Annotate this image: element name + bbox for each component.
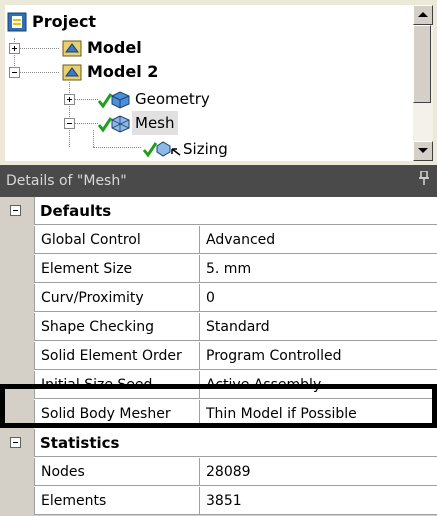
- model-icon: [62, 40, 82, 57]
- row-gutter: [0, 284, 34, 313]
- tree-node-geometry[interactable]: Geometry: [5, 87, 305, 111]
- collapse-icon[interactable]: [10, 205, 21, 216]
- property-value[interactable]: 0: [200, 284, 437, 312]
- category-row-statistics[interactable]: Statistics: [0, 429, 437, 458]
- scroll-down-button[interactable]: [413, 141, 433, 161]
- tree-node-project[interactable]: Project: [5, 10, 305, 34]
- details-grid: Defaults Global Control Advanced Element…: [0, 197, 437, 516]
- category-row-defaults[interactable]: Defaults: [0, 197, 437, 226]
- expand-icon[interactable]: [64, 94, 75, 105]
- pin-icon[interactable]: [419, 171, 429, 185]
- category-label-statistics: Statistics: [34, 429, 437, 457]
- property-row[interactable]: Curv/Proximity 0: [0, 284, 437, 313]
- tree-label-model: Model: [87, 38, 142, 57]
- property-value[interactable]: Program Controlled: [200, 342, 437, 370]
- row-gutter: [0, 313, 34, 342]
- property-name: Solid Element Order: [34, 342, 200, 370]
- tree-scrollbar[interactable]: [413, 5, 433, 161]
- property-value[interactable]: 28089: [200, 458, 437, 486]
- property-value[interactable]: Standard: [200, 313, 437, 341]
- row-gutter: [0, 487, 34, 516]
- row-gutter: [0, 342, 34, 371]
- expand-icon[interactable]: [9, 43, 20, 54]
- property-row[interactable]: Nodes 28089: [0, 458, 437, 487]
- geometry-icon: [98, 91, 130, 109]
- property-row[interactable]: Initial Size Seed Active Assembly: [0, 371, 437, 400]
- property-row[interactable]: Elements 3851: [0, 487, 437, 516]
- outline-tree-panel: Project Model Model 2 Geometry Mesh Sizi…: [0, 0, 437, 165]
- tree-node-mesh[interactable]: Mesh: [5, 111, 305, 135]
- collapse-icon[interactable]: [64, 118, 75, 129]
- model-icon: [62, 64, 82, 81]
- row-gutter: [0, 226, 34, 255]
- property-row[interactable]: Element Size 5. mm: [0, 255, 437, 284]
- property-name: Solid Body Mesher: [34, 400, 200, 428]
- property-name: Nodes: [34, 458, 200, 486]
- scroll-up-button[interactable]: [413, 5, 433, 25]
- property-value[interactable]: Active Assembly: [200, 371, 437, 399]
- property-row[interactable]: Shape Checking Standard: [0, 313, 437, 342]
- tree-node-model-2[interactable]: Model 2: [5, 60, 305, 84]
- property-name: Elements: [34, 487, 200, 515]
- sizing-icon: [142, 141, 181, 158]
- row-gutter: [0, 458, 34, 487]
- property-name: Curv/Proximity: [34, 284, 200, 312]
- tree-node-model[interactable]: Model: [5, 36, 305, 60]
- property-row-solid-body-mesher[interactable]: Solid Body Mesher Thin Model if Possible: [0, 400, 437, 429]
- property-row[interactable]: Global Control Advanced: [0, 226, 437, 255]
- property-name: Element Size: [34, 255, 200, 283]
- tree-label-sizing: Sizing: [183, 140, 228, 158]
- details-title: Details of "Mesh": [6, 173, 127, 189]
- property-value[interactable]: Advanced: [200, 226, 437, 254]
- collapse-icon[interactable]: [10, 437, 21, 448]
- property-value[interactable]: Thin Model if Possible: [200, 400, 437, 428]
- collapse-icon[interactable]: [9, 67, 20, 78]
- tree-label-model-2: Model 2: [87, 62, 159, 81]
- property-value[interactable]: 3851: [200, 487, 437, 515]
- category-label-defaults: Defaults: [34, 197, 437, 225]
- tree-label-mesh: Mesh: [132, 111, 178, 135]
- tree-node-sizing[interactable]: Sizing: [5, 137, 305, 161]
- row-gutter: [0, 255, 34, 284]
- property-value[interactable]: 5. mm: [200, 255, 437, 283]
- property-name: Initial Size Seed: [34, 371, 200, 399]
- property-row[interactable]: Solid Element Order Program Controlled: [0, 342, 437, 371]
- project-icon: [7, 12, 27, 32]
- mesh-icon: [98, 115, 130, 133]
- property-name: Shape Checking: [34, 313, 200, 341]
- tree-label-geometry: Geometry: [135, 90, 210, 108]
- row-gutter: [0, 400, 34, 429]
- row-gutter: [0, 371, 34, 400]
- outline-tree: Project Model Model 2 Geometry Mesh Sizi…: [5, 5, 413, 161]
- scroll-thumb[interactable]: [413, 25, 431, 103]
- property-name: Global Control: [34, 226, 200, 254]
- tree-label-project: Project: [32, 12, 97, 31]
- details-header: Details of "Mesh": [0, 165, 437, 197]
